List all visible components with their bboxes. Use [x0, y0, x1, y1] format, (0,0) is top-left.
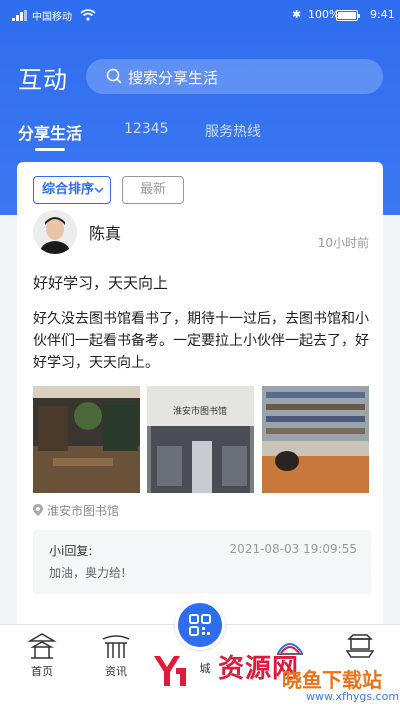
post-title: 好好学习，天天向上	[33, 274, 169, 292]
search-placeholder: 搜索分享生活	[128, 69, 219, 87]
news-gate-icon	[102, 635, 130, 658]
tab-bar-top: 分享生活 12345 服务热线	[0, 118, 400, 154]
qr-code-icon	[189, 614, 211, 636]
sort-dropdown[interactable]: 综合排序	[33, 176, 111, 204]
signal-icon	[12, 10, 27, 21]
watermark-logo-icon	[154, 656, 186, 686]
tab-5[interactable]	[330, 631, 390, 663]
home-pavilion-icon	[27, 633, 57, 659]
official-reply: 小i回复: 2021-08-03 19:09:55 加油，奥力给!	[33, 530, 371, 594]
reply-text: 加油，奥力给!	[49, 566, 126, 580]
library-sign: 淮安市图书馆	[173, 405, 227, 417]
chevron-down-icon	[94, 187, 104, 194]
boat-icon	[345, 634, 375, 658]
tab-news[interactable]: 资讯	[86, 631, 146, 679]
reply-date: 2021-08-03 19:09:55	[229, 542, 357, 556]
author-name[interactable]: 陈真	[89, 220, 121, 244]
bluetooth-icon: ✱	[292, 8, 302, 21]
tab-12345[interactable]: 12345	[124, 121, 169, 137]
reply-label: 小i回复:	[49, 544, 93, 558]
post-body: 好久没去图书馆看书了，期待十一过后，去图书馆和小伙伴们一起看书备考。一定要拉上小…	[33, 311, 369, 371]
post-card[interactable]: 综合排序 最新 陈真 10小时前 好好学习，天天向上 好久没去图书馆看书了，期待…	[17, 162, 383, 632]
location-pin-icon	[33, 504, 43, 516]
watermark-site: 晓鱼下载站	[282, 668, 382, 692]
status-time: 9:41	[370, 8, 395, 21]
post-time: 10小时前	[317, 236, 369, 250]
post-photo-2[interactable]: 淮安市图书馆	[147, 386, 254, 493]
search-bar[interactable]: 搜索分享生活	[86, 59, 383, 94]
post-photo-1[interactable]	[33, 386, 140, 493]
tab-news-label: 资讯	[105, 665, 127, 678]
active-tab-indicator	[35, 148, 65, 151]
latest-button[interactable]: 最新	[122, 176, 184, 204]
page-title: 互动	[18, 66, 68, 94]
carrier-name: 中国移动	[32, 12, 72, 23]
tab-hotline[interactable]: 服务热线	[205, 121, 261, 141]
watermark-url: www.xfhygs.com	[306, 690, 400, 703]
location-text: 淮安市图书馆	[47, 504, 120, 518]
avatar[interactable]	[33, 210, 77, 254]
sort-label: 综合排序	[42, 182, 95, 197]
qr-scan-button[interactable]	[175, 600, 225, 650]
tab-home-label: 首页	[31, 665, 53, 678]
tab-share-life[interactable]: 分享生活	[18, 120, 82, 144]
battery-percent: 100%	[308, 8, 340, 21]
wifi-icon	[80, 9, 96, 21]
battery-icon	[336, 10, 360, 21]
post-location[interactable]: 淮安市图书馆	[33, 502, 119, 519]
status-bar: 中国移动 ✱ 100% 9:41	[0, 0, 400, 32]
search-icon	[106, 68, 122, 84]
post-photo-3[interactable]	[262, 386, 369, 493]
tab-home[interactable]: 首页	[12, 631, 72, 679]
